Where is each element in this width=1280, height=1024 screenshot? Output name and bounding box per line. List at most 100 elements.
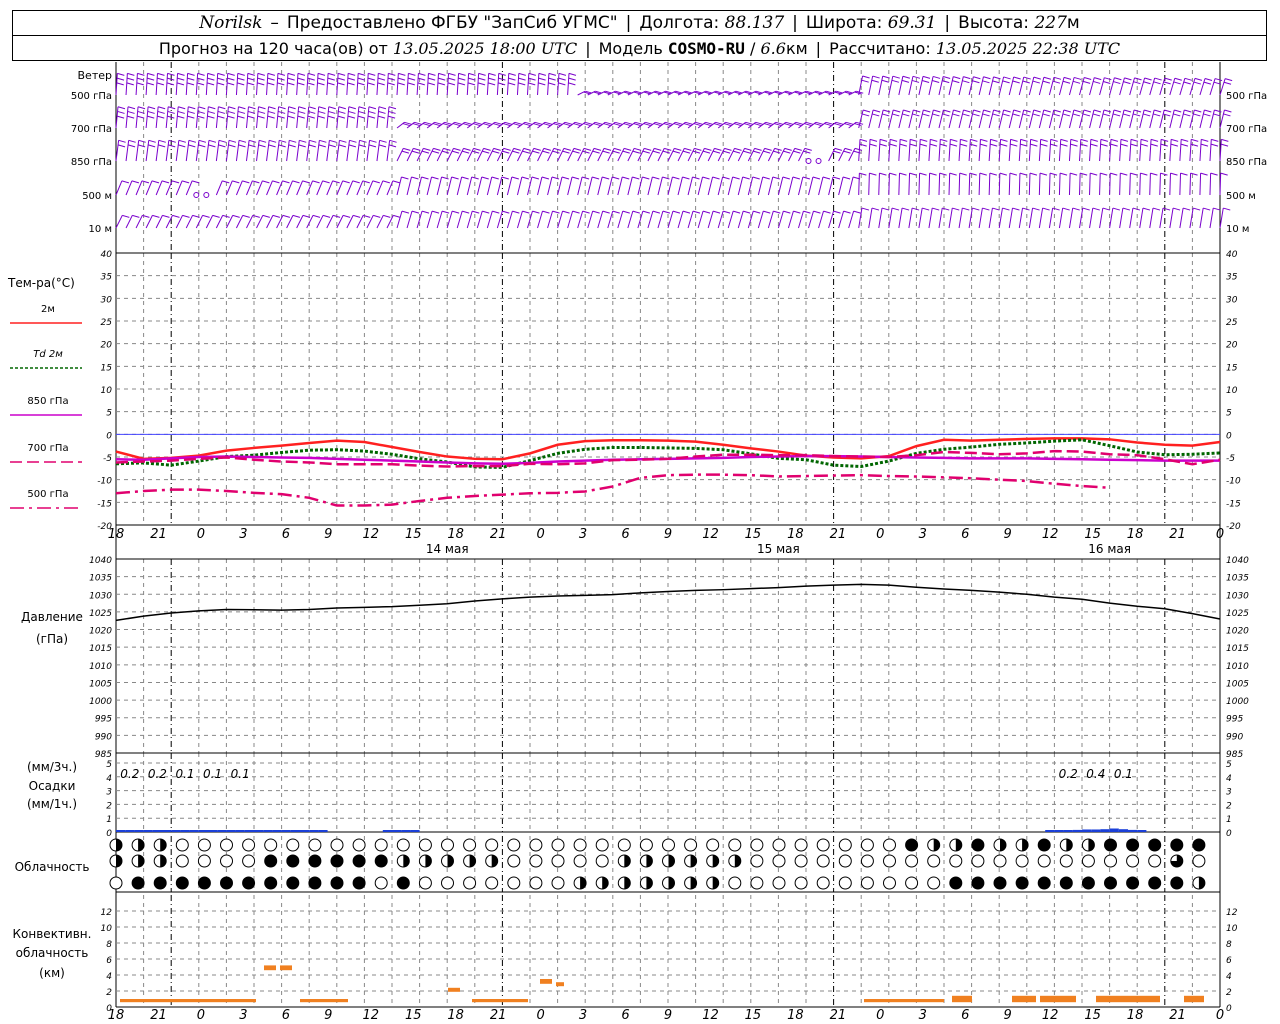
cloud-circle	[507, 854, 521, 868]
wind-barb-feather	[900, 138, 908, 142]
wind-barb-feather	[206, 82, 215, 86]
x-hour-label: 9	[664, 527, 672, 542]
wind-barb-feather	[1073, 109, 1082, 113]
x-hour-label: 6	[961, 527, 969, 542]
wind-barb	[1058, 139, 1062, 162]
wind-barb-feather	[387, 115, 396, 119]
precip-bar	[1045, 830, 1055, 832]
wind-barb-feather	[901, 207, 910, 211]
cloud-low	[993, 876, 1007, 890]
wind-barb-feather	[1132, 207, 1141, 211]
wind-barb-feather	[327, 115, 336, 119]
wind-barb-feather	[118, 139, 126, 143]
wind-barb-feather	[151, 180, 160, 184]
wind-barb	[597, 176, 603, 196]
wind-barb	[286, 106, 290, 129]
cloud-fill	[646, 877, 653, 889]
wind-barb-feather	[147, 72, 155, 76]
precip-bar	[272, 830, 282, 832]
wind-barb-feather	[982, 207, 990, 211]
precip-y-tick-right: 4	[1226, 774, 1232, 784]
wind-barb	[486, 211, 493, 229]
cloud-circle	[485, 876, 499, 890]
cloud-mid	[595, 854, 609, 868]
wind-barb-feather	[378, 106, 387, 110]
cloud-fill	[331, 877, 343, 889]
wind-barb-feather	[502, 210, 510, 214]
wind-barb	[456, 176, 463, 196]
wind-barb	[205, 106, 209, 129]
wind-barb-feather	[478, 72, 486, 76]
temp-y-tick-right: 20	[1226, 341, 1238, 351]
precip-bar	[189, 830, 199, 832]
wind-barb-feather	[1143, 113, 1151, 117]
wind-barb-feather	[288, 110, 296, 114]
wind-barb	[346, 73, 349, 96]
wind-barb	[928, 76, 934, 96]
wind-barb-feather	[121, 180, 130, 184]
precip-bar	[1118, 829, 1128, 832]
wind-barb-feather	[187, 72, 195, 76]
wind-barb	[777, 176, 784, 196]
cloud-circle	[418, 876, 432, 890]
cloud-high	[971, 838, 985, 852]
cloud-circle	[728, 876, 742, 890]
precip-sum-label: 0.1	[1114, 767, 1133, 781]
wind-barb	[426, 73, 429, 96]
wind-barb-feather	[1153, 113, 1161, 117]
x-hour-label-bottom: 9	[324, 1008, 332, 1023]
wind-barb-feather	[157, 77, 165, 81]
cloud-high	[441, 838, 454, 852]
wind-barb-feather	[451, 176, 459, 180]
pressure-y-tick: 1000	[89, 697, 112, 707]
wind-barb-feather	[1070, 138, 1078, 142]
wind-barb	[868, 207, 873, 229]
wind-barb-feather	[1030, 143, 1038, 147]
wind-barb	[627, 176, 633, 196]
wind-barb-feather	[401, 210, 410, 214]
wind-barb-feather	[1032, 113, 1040, 117]
wind-barb	[396, 148, 404, 162]
wind-barb	[928, 173, 931, 196]
wind-barb-feather	[348, 72, 356, 76]
temp-legend-label: 700 гПа	[27, 443, 68, 454]
cloud-low	[308, 876, 322, 890]
wind-barb-feather	[338, 144, 346, 148]
wind-barb-feather	[1122, 207, 1131, 211]
wind-barb	[888, 109, 894, 129]
conv-cloud-bar	[952, 995, 972, 1003]
wind-barb	[1068, 77, 1075, 96]
wind-barb	[306, 106, 310, 129]
wind-barb	[466, 211, 473, 229]
conv-y-tick-right: 6	[1226, 956, 1232, 966]
wind-barb-feather	[317, 82, 325, 86]
cloud-mid	[131, 854, 145, 868]
wind-barb-feather	[563, 147, 572, 151]
wind-barb	[175, 140, 180, 162]
wind-barb-feather	[427, 82, 436, 86]
precip-sum-label: 0.2	[1059, 767, 1078, 781]
wind-barb-feather	[327, 82, 335, 86]
wind-barb-feather	[632, 150, 640, 154]
wind-barb-feather	[1122, 113, 1131, 117]
cloud-high	[617, 838, 631, 852]
wind-barb-feather	[268, 106, 276, 110]
wind-barb	[1129, 173, 1131, 196]
wind-barb-feather	[188, 139, 197, 143]
cloud-low	[1126, 876, 1140, 890]
wind-barb-feather	[548, 77, 556, 81]
wind-barb-feather	[562, 210, 570, 214]
wind-barb-feather	[1032, 207, 1040, 211]
cloud-mid	[860, 854, 874, 868]
wind-barb-feather	[337, 115, 346, 119]
wind-barb-feather	[1220, 143, 1229, 147]
wind-barb-feather	[258, 106, 266, 110]
wind-barb	[266, 73, 269, 96]
pressure-y-tick: 1020	[89, 627, 112, 637]
wind-barb-feather	[308, 144, 316, 148]
wind-barb-feather	[558, 77, 566, 81]
wind-barb	[707, 176, 714, 196]
wind-barb-feather	[724, 147, 732, 151]
cloud-circle	[551, 854, 565, 868]
wind-barb-feather	[157, 110, 165, 114]
